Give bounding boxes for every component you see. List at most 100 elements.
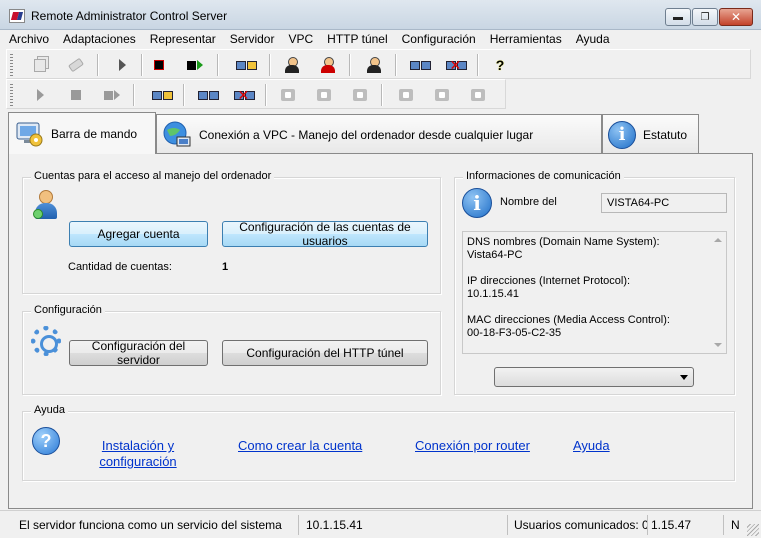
- copy-button[interactable]: [29, 55, 51, 75]
- grey-action-icon: [281, 89, 295, 101]
- tab-estatuto[interactable]: i Estatuto: [602, 114, 699, 154]
- scroll-up-icon[interactable]: [714, 238, 722, 242]
- toolbar-separator: [133, 84, 135, 106]
- play-button[interactable]: [29, 85, 51, 105]
- eraser-button[interactable]: [65, 55, 87, 75]
- computers-user-icon: [197, 90, 219, 100]
- connect-computers-button-2[interactable]: [147, 85, 177, 105]
- toolbar-separator: [349, 54, 351, 76]
- title-bar[interactable]: Remote Administrator Control Server ▬ ❐ …: [0, 0, 761, 30]
- app-logo-icon: [9, 9, 25, 23]
- user-accounts-config-button[interactable]: Configuración de las cuentas de usuarios: [222, 220, 428, 248]
- grey-action-icon: [317, 89, 331, 101]
- network-adapter-dropdown[interactable]: [494, 367, 694, 387]
- info-icon: i: [462, 188, 492, 218]
- computers-user-add-button[interactable]: [405, 55, 435, 75]
- stop-server-button[interactable]: [148, 55, 170, 75]
- help-link-router[interactable]: Conexión por router: [415, 438, 530, 454]
- help-link-install[interactable]: Instalación y configuración: [92, 438, 184, 470]
- user-remove-button[interactable]: [317, 55, 339, 75]
- grey-action-button-5[interactable]: [431, 85, 453, 105]
- stop-play-button[interactable]: [101, 85, 123, 105]
- status-ip: 10.1.15.41: [303, 515, 508, 535]
- group-title: Cuentas para el acceso al manejo del ord…: [31, 170, 275, 182]
- accounts-group: Cuentas para el acceso al manejo del ord…: [22, 170, 441, 294]
- grey-action-button-4[interactable]: [395, 85, 417, 105]
- computers-disconnect-button[interactable]: [441, 55, 471, 75]
- scroll-down-icon[interactable]: [714, 343, 722, 347]
- grey-action-icon: [399, 89, 413, 101]
- server-config-button[interactable]: Configuración del servidor: [69, 339, 208, 367]
- tab-label: Estatuto: [643, 127, 688, 142]
- group-title: Ayuda: [31, 404, 68, 416]
- grey-action-button-3[interactable]: [349, 85, 371, 105]
- maximize-button[interactable]: ❐: [692, 8, 718, 26]
- menu-bar: Archivo Adaptaciones Representar Servido…: [0, 30, 761, 48]
- user-button[interactable]: [281, 55, 303, 75]
- stop-icon: [71, 90, 81, 100]
- menu-ayuda[interactable]: Ayuda: [576, 32, 610, 46]
- stop-icon: [154, 60, 164, 70]
- menu-servidor[interactable]: Servidor: [230, 32, 275, 46]
- status-users: Usuarios comunicados: 0: [511, 515, 648, 535]
- toolbar-separator: [265, 84, 267, 106]
- accounts-count-value: 1: [222, 261, 229, 273]
- computers-disconnect-icon: [233, 87, 255, 104]
- help-link-create-account[interactable]: Como crear la cuenta: [238, 438, 362, 454]
- computers-user-button[interactable]: [363, 55, 385, 75]
- info-icon: i: [608, 120, 636, 149]
- menu-archivo[interactable]: Archivo: [9, 32, 49, 46]
- tab-barra-de-mando[interactable]: Barra de mando: [8, 112, 156, 154]
- user-remove-icon: [320, 57, 336, 73]
- menu-vpc[interactable]: VPC: [288, 32, 313, 46]
- grey-action-button-2[interactable]: [313, 85, 335, 105]
- computer-name-field: VISTA64-PC: [601, 193, 727, 213]
- toolbar-separator: [395, 54, 397, 76]
- computers-disconnect-icon: [445, 57, 467, 74]
- menu-herramientas[interactable]: Herramientas: [490, 32, 562, 46]
- computers-disconnect-button-2[interactable]: [229, 85, 259, 105]
- help-icon: ?: [495, 57, 505, 73]
- tab-conexion-vpc[interactable]: Conexión a VPC - Manejo del ordenador de…: [156, 114, 602, 154]
- info-list-scrollbar[interactable]: [710, 232, 726, 353]
- toolbar-grip[interactable]: [10, 54, 13, 76]
- toolbar-separator: [183, 84, 185, 106]
- play-icon: [36, 89, 44, 101]
- grey-action-button-6[interactable]: [467, 85, 489, 105]
- minimize-button[interactable]: ▬: [665, 8, 691, 26]
- resize-grip[interactable]: [747, 524, 759, 536]
- menu-configuracion[interactable]: Configuración: [402, 32, 476, 46]
- group-title: Informaciones de comunicación: [463, 170, 624, 182]
- main-toolbar: ?: [6, 49, 751, 79]
- toolbar-grip[interactable]: [10, 84, 13, 106]
- chevron-down-icon: [680, 375, 688, 380]
- group-title: Configuración: [31, 304, 105, 316]
- info-line: IP direcciones (Internet Protocol):: [467, 275, 631, 287]
- info-line: 00-18-F3-05-C2-35: [467, 327, 562, 339]
- menu-adaptaciones[interactable]: Adaptaciones: [63, 32, 136, 46]
- grey-action-button-1[interactable]: [277, 85, 299, 105]
- computers-user-button-2[interactable]: [193, 85, 223, 105]
- info-line: DNS nombres (Domain Name System):: [467, 236, 660, 248]
- http-tunnel-config-button[interactable]: Configuración del HTTP túnel: [222, 340, 428, 366]
- start-server-button[interactable]: [111, 55, 133, 75]
- communication-info-list[interactable]: DNS nombres (Domain Name System): Vista6…: [462, 231, 727, 354]
- restart-server-button[interactable]: [184, 55, 206, 75]
- computers-user-icon: [366, 57, 382, 73]
- status-version: 1.15.47: [648, 515, 724, 535]
- menu-representar[interactable]: Representar: [150, 32, 216, 46]
- toolbar-separator: [217, 54, 219, 76]
- connect-computers-button[interactable]: [231, 55, 261, 75]
- accounts-count-label: Cantidad de cuentas:: [68, 261, 172, 273]
- toolbar-separator: [477, 54, 479, 76]
- question-icon: ?: [32, 427, 60, 455]
- close-button[interactable]: ✕: [719, 8, 753, 26]
- stop-play-icon: [104, 90, 120, 100]
- menu-http-tunel[interactable]: HTTP túnel: [327, 32, 387, 46]
- stop-button[interactable]: [65, 85, 87, 105]
- toolbar-separator: [141, 54, 143, 76]
- add-account-button[interactable]: Agregar cuenta: [69, 221, 208, 247]
- help-button[interactable]: ?: [489, 55, 511, 75]
- computers-connect-icon: [235, 60, 257, 70]
- help-link-ayuda[interactable]: Ayuda: [573, 438, 610, 454]
